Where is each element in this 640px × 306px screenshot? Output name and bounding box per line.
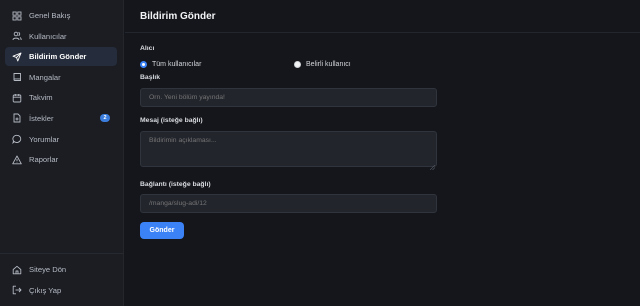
book-icon bbox=[12, 72, 22, 82]
message-textarea[interactable] bbox=[140, 131, 437, 167]
sidebar-item-label: Raporlar bbox=[29, 155, 59, 165]
sidebar-item-yorumlar[interactable]: Yorumlar bbox=[5, 130, 117, 149]
link-label: Bağlantı (isteğe bağlı) bbox=[140, 181, 211, 188]
main-content: Bildirim Gönder Alıcı Tüm kullanıcılar B… bbox=[125, 0, 640, 306]
logout-icon bbox=[12, 285, 22, 295]
sidebar-item-raporlar[interactable]: Raporlar bbox=[5, 150, 117, 169]
radio-specific-user[interactable]: Belirli kullanıcı bbox=[294, 58, 351, 70]
recipient-label: Alıcı bbox=[140, 45, 155, 52]
page-title: Bildirim Gönder bbox=[140, 10, 216, 22]
file-icon bbox=[12, 113, 22, 123]
sidebar-bottom-nav: Siteye Dön Çıkış Yap bbox=[5, 260, 117, 301]
sidebar-item-bildirim-gonder[interactable]: Bildirim Gönder bbox=[5, 47, 117, 67]
count-badge: 2 bbox=[100, 113, 110, 122]
sidebar-item-label: İstekler bbox=[29, 113, 54, 123]
radio-selected-indicator[interactable] bbox=[140, 60, 147, 68]
send-icon bbox=[12, 52, 22, 62]
sidebar-item-takvim[interactable]: Takvim bbox=[5, 88, 117, 107]
sidebar-item-istekler[interactable]: İstekler 2 bbox=[5, 109, 117, 128]
radio-all-users[interactable]: Tüm kullanıcılar bbox=[140, 58, 294, 70]
sidebar-item-label: Çıkış Yap bbox=[29, 285, 62, 295]
page-header: Bildirim Gönder bbox=[125, 0, 640, 33]
sidebar-item-siteye-don[interactable]: Siteye Dön bbox=[5, 260, 117, 279]
sidebar-item-label: Yorumlar bbox=[29, 134, 60, 144]
sidebar-item-label: Mangalar bbox=[29, 72, 61, 82]
link-input[interactable] bbox=[140, 194, 437, 213]
recipient-radio-group: Tüm kullanıcılar Belirli kullanıcı bbox=[140, 58, 437, 70]
title-label: Başlık bbox=[140, 74, 161, 81]
grid-icon bbox=[12, 11, 22, 21]
sidebar: Genel Bakış Kullanıcılar Bildirim Gönder… bbox=[0, 0, 124, 306]
sidebar-divider bbox=[0, 253, 124, 254]
warning-icon bbox=[12, 155, 22, 165]
calendar-icon bbox=[12, 93, 22, 103]
comment-icon bbox=[12, 134, 22, 145]
notification-form: Alıcı Tüm kullanıcılar Belirli kullanıcı… bbox=[140, 45, 437, 239]
sidebar-nav: Genel Bakış Kullanıcılar Bildirim Gönder… bbox=[5, 6, 117, 171]
sidebar-item-label: Siteye Dön bbox=[29, 265, 67, 274]
sidebar-item-label: Genel Bakış bbox=[29, 11, 71, 20]
sidebar-item-kullanicilar[interactable]: Kullanıcılar bbox=[5, 27, 117, 46]
sidebar-item-genel-bakis[interactable]: Genel Bakış bbox=[5, 6, 117, 25]
users-icon bbox=[12, 31, 22, 41]
sidebar-item-cikis-yap[interactable]: Çıkış Yap bbox=[5, 281, 117, 300]
title-input[interactable] bbox=[140, 88, 437, 107]
sidebar-item-mangalar[interactable]: Mangalar bbox=[5, 68, 117, 87]
sidebar-item-label: Bildirim Gönder bbox=[29, 52, 87, 62]
radio-all-users-label: Tüm kullanıcılar bbox=[152, 60, 202, 68]
resize-handle-icon[interactable] bbox=[430, 165, 435, 170]
radio-unselected-indicator[interactable] bbox=[294, 60, 301, 68]
radio-specific-user-label: Belirli kullanıcı bbox=[306, 60, 351, 68]
home-icon bbox=[12, 265, 22, 275]
message-label: Mesaj (isteğe bağlı) bbox=[140, 117, 203, 124]
submit-button[interactable]: Gönder bbox=[140, 222, 184, 239]
sidebar-item-label: Kullanıcılar bbox=[29, 31, 67, 41]
sidebar-item-label: Takvim bbox=[29, 93, 53, 103]
